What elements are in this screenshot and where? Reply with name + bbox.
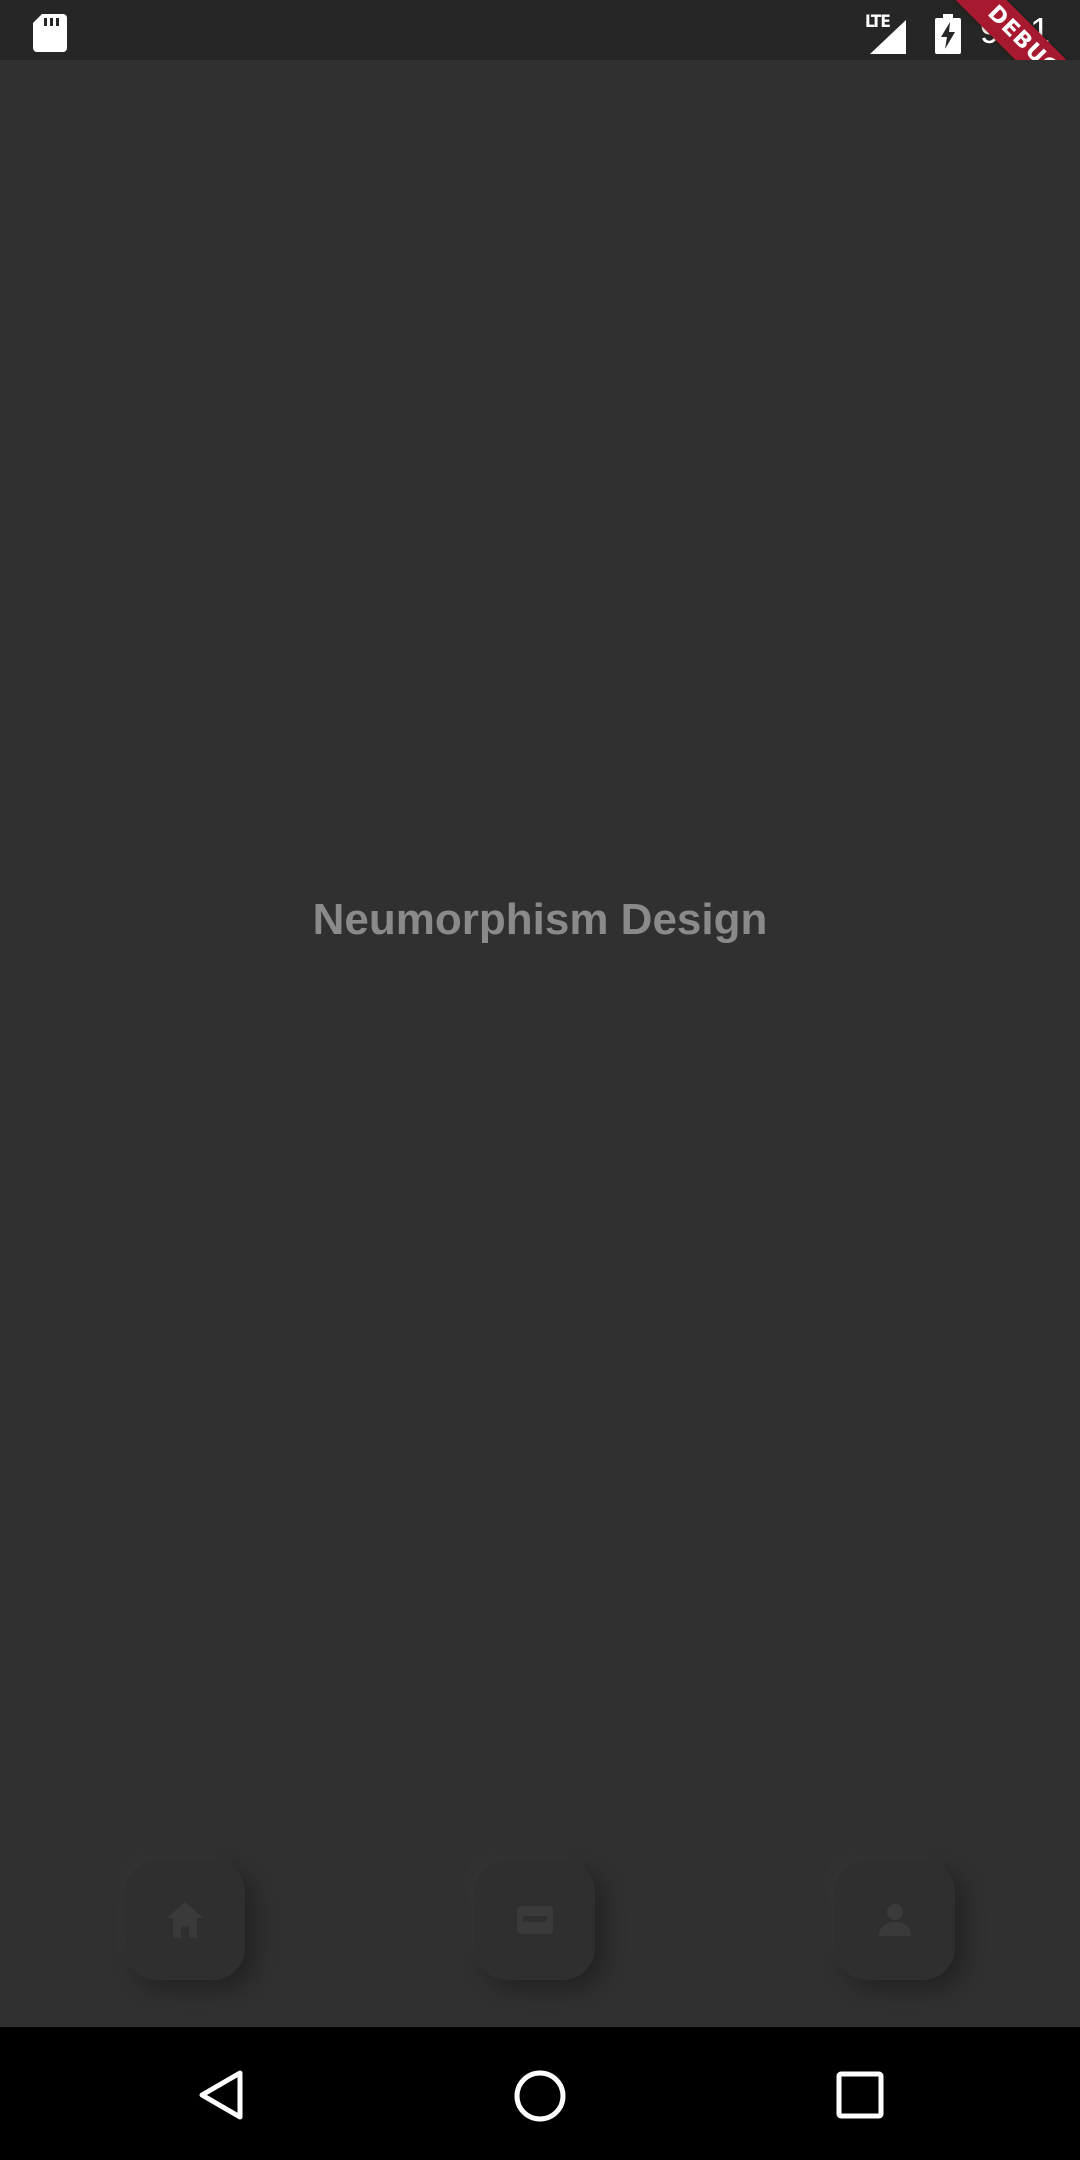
home-circle-icon[interactable] bbox=[513, 2069, 567, 2123]
cell-signal-icon bbox=[870, 20, 906, 54]
battery-charging-icon bbox=[935, 14, 961, 54]
inbox-nav-button[interactable] bbox=[475, 1860, 595, 1980]
recents-icon[interactable] bbox=[836, 2071, 884, 2119]
main-content: Neumorphism Design bbox=[0, 60, 1080, 2027]
system-navigation-bar bbox=[0, 2027, 1080, 2160]
home-nav-button[interactable] bbox=[125, 1860, 245, 1980]
page-title: Neumorphism Design bbox=[312, 895, 768, 944]
inbox-icon bbox=[517, 1906, 553, 1934]
sd-card-icon bbox=[33, 14, 67, 52]
home-icon bbox=[167, 1902, 203, 1938]
profile-nav-button[interactable] bbox=[835, 1860, 955, 1980]
status-bar: LTE 9:01 DEBUG bbox=[0, 0, 1080, 137]
person-icon bbox=[879, 1904, 911, 1936]
back-icon[interactable] bbox=[196, 2069, 246, 2121]
